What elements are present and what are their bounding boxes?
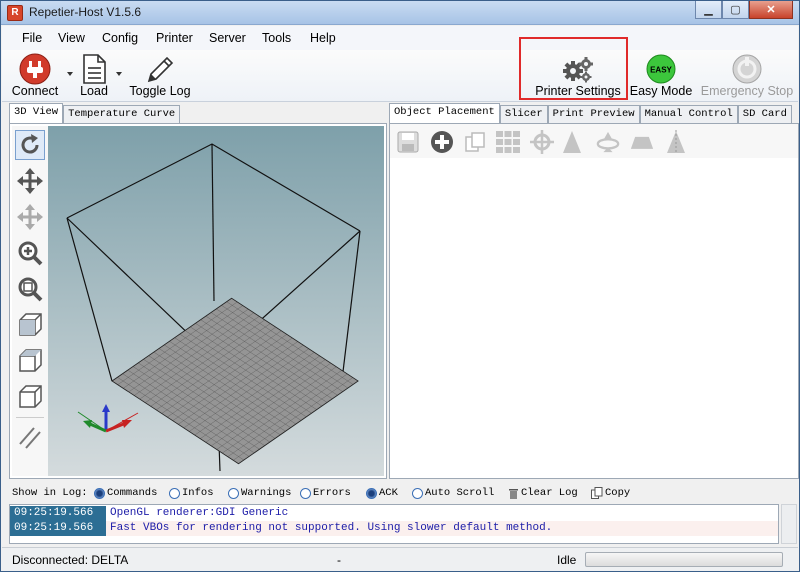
tab-object-placement[interactable]: Object Placement	[389, 103, 500, 123]
log-option-ack[interactable]: ACK	[366, 487, 398, 499]
toolbar-divider	[16, 417, 44, 418]
log-option-infos[interactable]: Infos	[169, 487, 214, 499]
menu-tools[interactable]: Tools	[262, 31, 291, 45]
printer-state: Idle	[557, 553, 577, 567]
log-scrollbar[interactable]	[781, 504, 797, 544]
3d-view-area	[9, 123, 387, 479]
trash-icon	[509, 489, 518, 499]
scale-object-icon[interactable]	[560, 130, 584, 154]
app-logo-icon: R	[7, 5, 23, 21]
copy-object-icon[interactable]	[463, 130, 487, 154]
log-options-bar: Show in Log: Commands Infos Warnings Err…	[2, 484, 798, 504]
top-view-icon[interactable]	[15, 382, 45, 412]
radio-unchecked-icon	[169, 487, 180, 499]
connect-button[interactable]: Connect	[8, 50, 62, 102]
center-object-icon[interactable]	[530, 130, 554, 154]
minimize-button[interactable]: ▁	[695, 1, 722, 19]
pencil-icon	[145, 53, 175, 88]
move-icon[interactable]	[15, 166, 45, 196]
menu-printer[interactable]: Printer	[156, 31, 193, 45]
menu-config[interactable]: Config	[102, 31, 138, 45]
main-toolbar: Connect Load Toggle Log Printer Settings…	[2, 50, 798, 102]
right-panel: Object Placement Slicer Print Preview Ma…	[389, 103, 799, 479]
menu-help[interactable]: Help	[310, 31, 336, 45]
tab-3d-view[interactable]: 3D View	[9, 103, 64, 123]
close-button[interactable]: ✕	[749, 1, 793, 19]
log-entry: 09:25:19.566 OpenGL renderer:GDI Generic	[10, 506, 778, 521]
toggle-log-button[interactable]: Toggle Log	[126, 50, 194, 102]
zoom-in-icon[interactable]	[15, 238, 45, 268]
tab-manual-control[interactable]: Manual Control	[639, 105, 738, 123]
copy-log-button[interactable]: Copy	[591, 487, 630, 499]
object-toolbar	[390, 124, 798, 158]
emergency-stop-icon	[731, 53, 763, 88]
easy-mode-button[interactable]: EASY Easy Mode	[629, 50, 693, 102]
menu-server[interactable]: Server	[209, 31, 246, 45]
radio-unchecked-icon	[300, 487, 311, 499]
title-bar: R Repetier-Host V1.5.6 ▁ ▢ ✕	[1, 1, 799, 25]
left-panel: 3D View Temperature Curve	[9, 103, 387, 479]
status-bar: Disconnected: DELTA - Idle	[2, 547, 798, 571]
log-option-auto-scroll[interactable]: Auto Scroll	[412, 487, 494, 499]
window-title: Repetier-Host V1.5.6	[29, 5, 142, 19]
connect-dropdown-arrow-icon[interactable]	[67, 72, 73, 76]
maximize-button[interactable]: ▢	[722, 1, 749, 19]
copy-icon	[591, 487, 603, 499]
axis-gizmo-icon	[77, 404, 139, 433]
log-option-commands[interactable]: Commands	[94, 487, 157, 499]
connection-status: Disconnected: DELTA	[12, 553, 129, 567]
show-in-log-label: Show in Log:	[12, 487, 88, 499]
parallel-projection-icon[interactable]	[15, 422, 45, 452]
autoposition-icon[interactable]	[496, 130, 520, 154]
menu-bar: File View Config Printer Server Tools He…	[2, 26, 798, 50]
load-dropdown-arrow-icon[interactable]	[116, 72, 122, 76]
3d-printer-bed-view[interactable]	[48, 126, 384, 476]
rotate-icon[interactable]	[15, 130, 45, 160]
view-tools-sidebar	[12, 126, 48, 476]
easy-mode-icon: EASY	[645, 53, 677, 88]
power-plug-icon	[19, 53, 51, 88]
mirror-object-icon[interactable]	[664, 130, 688, 154]
status-separator: -	[337, 553, 341, 567]
move-object-icon[interactable]	[15, 202, 45, 232]
radio-checked-icon	[94, 487, 105, 499]
app-window: R Repetier-Host V1.5.6 ▁ ▢ ✕ File View C…	[0, 0, 800, 572]
save-icon[interactable]	[396, 130, 420, 154]
rotate-object-icon[interactable]	[596, 130, 620, 154]
object-placement-panel	[389, 123, 799, 479]
zoom-fit-icon[interactable]	[15, 274, 45, 304]
easy-badge-text: EASY	[650, 66, 672, 75]
log-list[interactable]: 09:25:19.566 OpenGL renderer:GDI Generic…	[9, 504, 779, 544]
tab-print-preview[interactable]: Print Preview	[547, 105, 640, 123]
clear-log-button[interactable]: Clear Log	[508, 487, 578, 499]
document-icon	[80, 53, 108, 88]
menu-file[interactable]: File	[22, 31, 42, 45]
cut-object-icon[interactable]	[630, 130, 654, 154]
tab-sd-card[interactable]: SD Card	[737, 105, 792, 123]
radio-unchecked-icon	[228, 487, 239, 499]
isometric-view-icon[interactable]	[15, 310, 45, 340]
emergency-stop-button[interactable]: Emergency Stop	[699, 50, 795, 102]
tab-temperature-curve[interactable]: Temperature Curve	[63, 105, 181, 123]
progress-bar	[585, 552, 783, 567]
log-entry: 09:25:19.566 Fast VBOs for rendering not…	[10, 521, 778, 536]
menu-view[interactable]: View	[58, 31, 85, 45]
front-view-icon[interactable]	[15, 346, 45, 376]
tab-slicer[interactable]: Slicer	[499, 105, 548, 123]
log-option-errors[interactable]: Errors	[300, 487, 351, 499]
radio-checked-icon	[366, 487, 377, 499]
load-button[interactable]: Load	[74, 50, 114, 102]
highlight-frame	[519, 37, 628, 100]
add-object-icon[interactable]	[430, 130, 454, 154]
log-option-warnings[interactable]: Warnings	[228, 487, 291, 499]
radio-unchecked-icon	[412, 487, 423, 499]
